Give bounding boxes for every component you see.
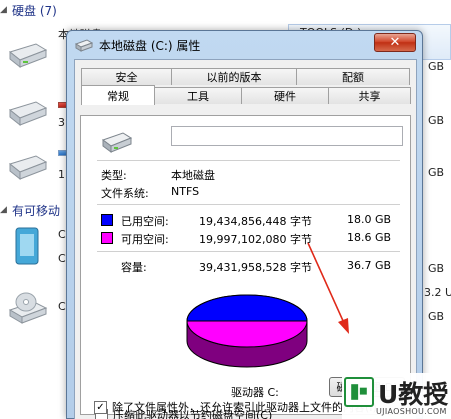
free-space-bytes: 19,997,102,080 字节: [199, 233, 312, 246]
hard-drive-icon[interactable]: [6, 152, 48, 182]
left-partial-4: C: [58, 252, 66, 265]
hard-drive-icon[interactable]: [6, 98, 48, 128]
group-title-hdd: 硬盘 (7): [12, 3, 57, 18]
free-space-label: 可用空间:: [121, 233, 169, 246]
right-size-4: GB: [428, 262, 445, 275]
fs-value: NTFS: [171, 185, 200, 198]
divider: [97, 160, 400, 161]
tab-tools[interactable]: 工具: [154, 87, 242, 104]
dialog-title: 本地磁盘 (C:) 属性: [99, 38, 201, 53]
dialog-body: 安全 以前的版本 配额 常规 工具 硬件 共享 类型: 本地磁盘 文件系统: N…: [74, 59, 417, 419]
group-header-hdd[interactable]: ◢ 硬盘 (7): [0, 0, 57, 20]
hard-drive-icon: [101, 132, 133, 153]
right-size-5: 3.2 U: [424, 286, 451, 299]
index-option[interactable]: ✓ 除了文件属性外，还允许索引此驱动器上文件的内容(I): [94, 399, 377, 415]
watermark-logo-icon: [344, 377, 374, 407]
capacity-gb: 36.7 GB: [347, 259, 392, 272]
collapse-icon[interactable]: ◢: [0, 205, 10, 215]
type-value: 本地磁盘: [171, 169, 215, 182]
removable-device-icon[interactable]: [12, 226, 42, 266]
left-partial-1: 3: [58, 116, 65, 129]
used-space-gb: 18.0 GB: [347, 213, 392, 226]
hard-drive-icon: [75, 39, 93, 52]
hard-drive-icon[interactable]: [6, 40, 48, 70]
left-partial-3: C: [58, 228, 66, 241]
watermark-main: U教授: [378, 380, 449, 409]
drive-letter-label: 驱动器 C:: [231, 386, 279, 399]
capacity-bytes: 39,431,958,528 字节: [199, 261, 312, 274]
right-size-6: GB: [428, 310, 445, 323]
free-space-swatch: [101, 232, 113, 244]
general-panel: 类型: 本地磁盘 文件系统: NTFS 已用空间: 19,434,856,448…: [80, 115, 411, 415]
left-partial-5: C: [58, 300, 66, 313]
pie-slice-used: [186, 294, 308, 322]
group-header-removable[interactable]: ◢ 有可移动: [0, 200, 60, 220]
used-space-swatch: [101, 214, 113, 226]
close-icon: ✕: [389, 35, 401, 50]
tab-previous-versions[interactable]: 以前的版本: [171, 68, 297, 85]
disk-usage-pie: [186, 294, 308, 368]
group-title-removable: 有可移动: [12, 203, 61, 218]
used-space-bytes: 19,434,856,448 字节: [199, 215, 312, 228]
right-size-1: GB: [428, 60, 445, 73]
index-checkbox[interactable]: ✓: [94, 400, 107, 414]
tab-hardware[interactable]: 硬件: [241, 87, 329, 104]
watermark: U教授 UJIAOSHOU.COM: [342, 373, 451, 419]
right-size-3: GB: [428, 166, 445, 179]
watermark-sub: UJIAOSHOU.COM: [376, 407, 447, 416]
tab-general[interactable]: 常规: [81, 85, 155, 105]
index-label: 除了文件属性外，还允许索引此驱动器上文件的内容(I): [112, 401, 377, 414]
divider: [97, 204, 400, 205]
capacity-label: 容量:: [121, 261, 147, 274]
left-partial-2: 1: [58, 168, 65, 181]
collapse-icon[interactable]: ◢: [0, 5, 10, 15]
free-space-gb: 18.6 GB: [347, 231, 392, 244]
drive-name-input[interactable]: [171, 126, 403, 146]
used-space-label: 已用空间:: [121, 215, 169, 228]
fs-label: 文件系统:: [101, 187, 149, 200]
tab-row-bottom: 常规 工具 硬件 共享: [81, 85, 411, 105]
tab-security[interactable]: 安全: [81, 68, 172, 85]
close-button[interactable]: ✕: [374, 33, 416, 52]
dialog-titlebar[interactable]: 本地磁盘 (C:) 属性: [67, 31, 422, 59]
properties-dialog: 本地磁盘 (C:) 属性 ✕ 安全 以前的版本 配额 常规 工具 硬件 共享 类…: [66, 30, 423, 419]
tab-row-top: 安全 以前的版本 配额: [81, 68, 410, 85]
tab-sharing[interactable]: 共享: [328, 87, 411, 104]
divider: [97, 251, 400, 252]
right-size-2: GB: [428, 114, 445, 127]
dvd-drive-icon[interactable]: [8, 290, 48, 328]
tab-quota[interactable]: 配额: [296, 68, 410, 85]
type-label: 类型:: [101, 169, 127, 182]
